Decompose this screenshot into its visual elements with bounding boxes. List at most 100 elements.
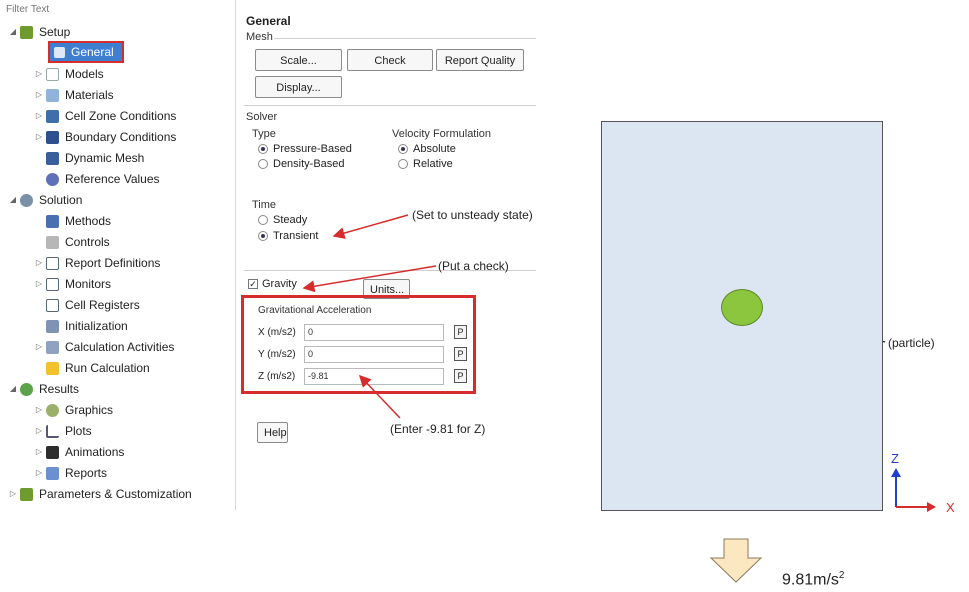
tree-item-cell-zone-conditions[interactable]: ▷ Cell Zone Conditions	[34, 106, 176, 126]
annotation-check: (Put a check)	[438, 259, 509, 273]
cell-registers-icon	[46, 298, 59, 312]
expand-toggle-icon[interactable]: ▷	[34, 106, 44, 126]
monitors-icon	[46, 277, 59, 291]
tree-item-results[interactable]: ◢ Results	[8, 379, 79, 399]
velocity-formulation-label: Velocity Formulation	[392, 128, 492, 140]
tree-item-graphics[interactable]: ▷ Graphics	[34, 400, 113, 420]
annotation-particle: (particle)	[888, 336, 935, 350]
y-accel-row: Y (m/s2) 0 P	[258, 345, 467, 363]
run-calculation-icon	[46, 361, 59, 375]
controls-icon	[46, 235, 59, 249]
tree-label: Graphics	[65, 403, 114, 417]
x-accel-label: X (m/s2)	[258, 326, 296, 338]
radio-label: Density-Based	[273, 158, 345, 170]
materials-icon	[46, 88, 59, 102]
tree-item-reference-values[interactable]: Reference Values	[46, 169, 160, 189]
tree-item-controls[interactable]: Controls	[46, 232, 110, 252]
tree-item-boundary-conditions[interactable]: ▷ Boundary Conditions	[34, 127, 176, 147]
report-definitions-icon	[46, 256, 59, 270]
tree-item-cell-registers[interactable]: Cell Registers	[46, 295, 140, 315]
density-based-radio[interactable]: Density-Based	[258, 158, 345, 170]
relative-radio[interactable]: Relative	[398, 158, 453, 170]
display-button[interactable]: Display...	[255, 76, 342, 98]
tree-label: Models	[65, 67, 104, 81]
expand-toggle-icon[interactable]: ▷	[34, 442, 44, 462]
x-accel-input[interactable]: 0	[304, 323, 444, 341]
z-accel-row: Z (m/s2) -9.81 P	[258, 367, 467, 385]
tree-label: Calculation Activities	[65, 340, 175, 354]
tree-item-parameters-customization[interactable]: ▷ Parameters & Customization	[8, 484, 192, 504]
tree-item-materials[interactable]: ▷ Materials	[34, 85, 114, 105]
y-accel-input[interactable]: 0	[304, 345, 444, 363]
report-quality-button[interactable]: Report Quality	[436, 49, 524, 71]
gravity-magnitude-label: 9.81m/s2	[782, 570, 844, 589]
divider	[274, 38, 536, 39]
radio-label: Steady	[273, 214, 308, 226]
tree-label: Run Calculation	[65, 361, 150, 375]
gravitational-acceleration-box: Gravitational Acceleration X (m/s2) 0 P …	[241, 295, 476, 394]
absolute-radio[interactable]: Absolute	[398, 143, 456, 155]
tree-item-run-calculation[interactable]: Run Calculation	[46, 358, 150, 378]
filter-text-input[interactable]	[2, 1, 228, 17]
expand-toggle-icon[interactable]: ▷	[34, 274, 44, 294]
tree-label: Animations	[65, 445, 125, 459]
checkbox-label: Gravity	[262, 278, 297, 290]
steady-radio[interactable]: Steady	[258, 214, 307, 226]
check-button[interactable]: Check	[347, 49, 433, 71]
tree-item-report-definitions[interactable]: ▷ Report Definitions	[34, 253, 160, 273]
tree-item-calculation-activities[interactable]: ▷ Calculation Activities	[34, 337, 174, 357]
tree-item-dynamic-mesh[interactable]: Dynamic Mesh	[46, 148, 144, 168]
scale-button[interactable]: Scale...	[255, 49, 342, 71]
tree-label: Methods	[65, 214, 112, 228]
expand-toggle-icon[interactable]: ▷	[34, 421, 44, 441]
panel-title: General	[246, 14, 291, 28]
tree-item-general[interactable]: General	[48, 41, 124, 63]
parameter-button[interactable]: P	[454, 325, 467, 339]
tree-item-reports[interactable]: ▷ Reports	[34, 463, 107, 483]
gravity-checkbox[interactable]: ✓ Gravity	[248, 278, 297, 290]
radio-selected-icon	[258, 144, 268, 154]
expand-toggle-icon[interactable]: ▷	[34, 127, 44, 147]
expand-toggle-icon[interactable]: ▷	[34, 64, 44, 84]
tree-item-animations[interactable]: ▷ Animations	[34, 442, 124, 462]
transient-radio[interactable]: Transient	[258, 230, 318, 242]
tree-label: Parameters & Customization	[39, 487, 192, 501]
plots-icon	[46, 424, 59, 438]
tree-item-methods[interactable]: Methods	[46, 211, 111, 231]
help-button[interactable]: Help	[257, 422, 288, 443]
expand-toggle-icon[interactable]: ▷	[34, 85, 44, 105]
calc-activities-icon	[46, 340, 59, 354]
annotation-enter-z: (Enter -9.81 for Z)	[390, 422, 486, 436]
expand-toggle-icon[interactable]: ▷	[34, 337, 44, 357]
general-icon	[54, 46, 65, 58]
tree-label: Cell Zone Conditions	[65, 109, 177, 123]
z-axis-label: Z	[891, 451, 899, 466]
expand-toggle-icon[interactable]: ▷	[34, 253, 44, 273]
solver-group-label: Solver	[246, 111, 278, 123]
collapse-toggle-icon[interactable]: ◢	[8, 379, 18, 399]
reports-icon	[46, 466, 59, 480]
tree-item-solution[interactable]: ◢ Solution	[8, 190, 82, 210]
tree-item-monitors[interactable]: ▷ Monitors	[34, 274, 111, 294]
collapse-toggle-icon[interactable]: ◢	[8, 190, 18, 210]
tree-item-plots[interactable]: ▷ Plots	[34, 421, 92, 441]
collapse-toggle-icon[interactable]: ◢	[8, 22, 18, 42]
tree-label: Initialization	[65, 319, 128, 333]
grav-accel-label: Gravitational Acceleration	[258, 305, 372, 316]
tree-label: Setup	[39, 25, 71, 39]
z-accel-input[interactable]: -9.81	[304, 367, 444, 385]
expand-toggle-icon[interactable]: ▷	[34, 463, 44, 483]
parameter-button[interactable]: P	[454, 369, 467, 383]
tree-item-initialization[interactable]: Initialization	[46, 316, 128, 336]
expand-toggle-icon[interactable]: ▷	[34, 400, 44, 420]
tree-item-setup[interactable]: ◢ Setup	[8, 22, 70, 42]
radio-selected-icon	[258, 231, 268, 241]
gravity-exponent: 2	[838, 570, 845, 581]
particle-circle	[721, 289, 763, 326]
parameter-button[interactable]: P	[454, 347, 467, 361]
models-icon	[46, 67, 59, 81]
pressure-based-radio[interactable]: Pressure-Based	[258, 143, 352, 155]
expand-toggle-icon[interactable]: ▷	[8, 484, 18, 504]
tree-item-models[interactable]: ▷ Models	[34, 64, 104, 84]
solution-icon	[20, 193, 33, 207]
